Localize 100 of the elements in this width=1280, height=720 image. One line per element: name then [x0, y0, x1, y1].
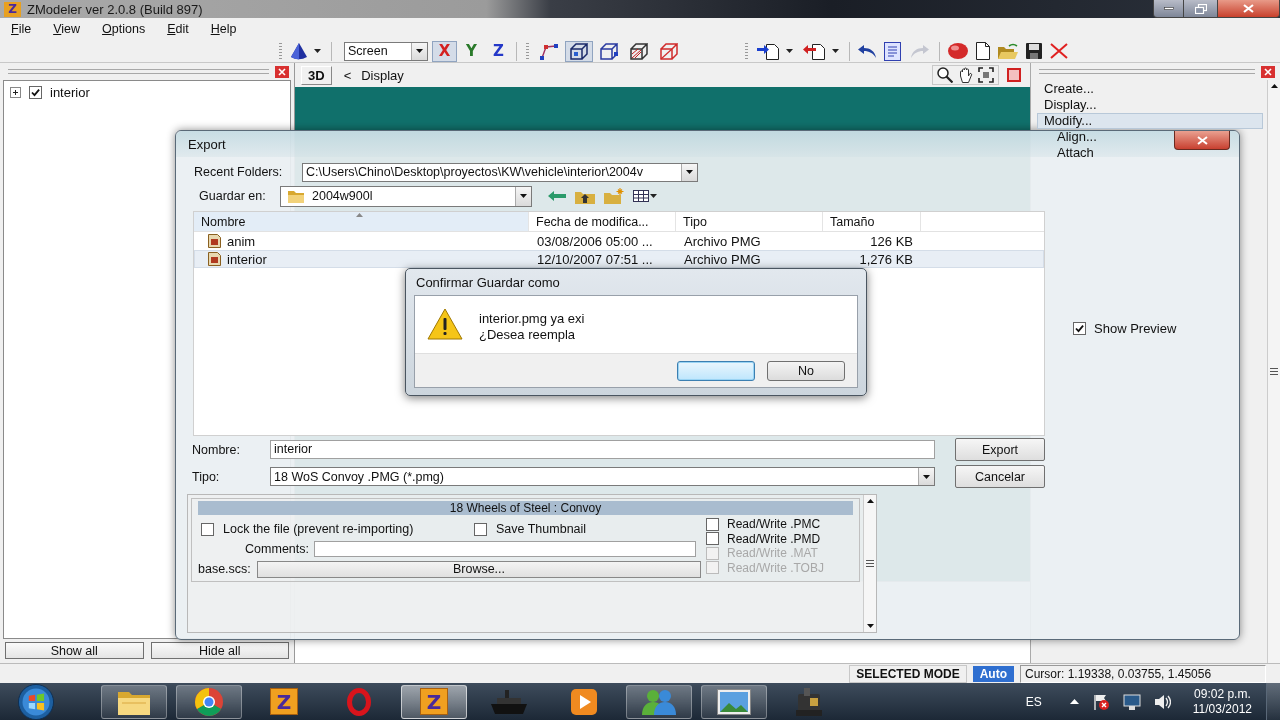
column-header[interactable]: Tamaño — [823, 212, 921, 231]
document-lines-icon[interactable] — [884, 41, 901, 61]
taskbar-button[interactable] — [701, 684, 767, 719]
language-indicator[interactable]: ES — [1025, 694, 1042, 709]
taskbar-button[interactable]: Z — [251, 684, 317, 719]
checkbox-label[interactable]: Save Thumbnail — [496, 522, 587, 536]
view-button[interactable]: 3D — [301, 65, 332, 85]
checkbox[interactable] — [201, 522, 214, 536]
checkbox[interactable] — [29, 85, 42, 99]
caret-icon[interactable] — [786, 49, 793, 53]
checkbox[interactable] — [706, 517, 719, 531]
taskbar-button[interactable] — [101, 684, 167, 719]
comments-field[interactable] — [314, 541, 696, 557]
app-logo: Z — [420, 688, 448, 715]
scroll-down-icon[interactable] — [866, 624, 874, 628]
browse-button[interactable]: Browse... — [257, 560, 701, 578]
panel-grip[interactable] — [8, 69, 269, 74]
menu-item[interactable]: File — [0, 20, 43, 38]
recent-folders-dropdown[interactable]: C:\Users\Chino\Desktop\proyectos\KW\vehicle\interior\2004v — [302, 162, 698, 182]
document-arrow-icon[interactable] — [757, 42, 779, 60]
axis-button[interactable]: Z — [486, 40, 511, 62]
speaker-icon[interactable] — [1154, 694, 1171, 709]
caret-icon[interactable] — [832, 49, 839, 53]
flag-icon[interactable] — [1092, 693, 1109, 710]
network-icon[interactable] — [1122, 693, 1141, 710]
back-arrow-icon[interactable] — [548, 191, 566, 201]
save-in-dropdown[interactable]: 2004w900l — [280, 185, 532, 207]
command-item[interactable]: Attach — [1050, 145, 1101, 161]
checkbox-label[interactable]: Show Preview — [1094, 321, 1177, 336]
toolbar-grip[interactable] — [279, 42, 282, 60]
save-icon[interactable] — [1026, 43, 1042, 59]
corner-brackets-icon[interactable] — [978, 67, 994, 83]
search-icon[interactable] — [937, 67, 953, 83]
close-icon[interactable] — [1261, 65, 1275, 78]
file-row[interactable]: anim 03/08/2006 05:00 ... Archivo PMG 126 KB — [194, 232, 1044, 250]
axis-button[interactable]: Y — [459, 40, 484, 62]
grip-icon[interactable] — [1270, 368, 1278, 375]
start-orb-icon[interactable] — [18, 683, 54, 720]
menu-item[interactable]: Help — [199, 20, 248, 38]
cone-icon[interactable] — [291, 42, 307, 60]
folder-icon[interactable] — [998, 43, 1018, 59]
dialog-button[interactable] — [677, 360, 755, 381]
show-desktop-button[interactable] — [1266, 683, 1280, 720]
cross-icon[interactable] — [1050, 43, 1068, 59]
checkbox[interactable] — [1073, 322, 1086, 335]
command-item[interactable]: Display... — [1037, 97, 1104, 113]
clock-time[interactable]: 09:02 p.m. — [1194, 686, 1251, 702]
toolbar-grip[interactable] — [526, 42, 529, 60]
dialog-button[interactable]: Export — [955, 438, 1045, 461]
hand-icon[interactable] — [958, 67, 973, 83]
file-type-dropdown[interactable]: 18 WoS Convoy .PMG (*.pmg) — [270, 467, 935, 486]
dialog-button[interactable]: Cancelar — [955, 465, 1045, 488]
expand-icon[interactable] — [10, 86, 21, 98]
tree-item-label[interactable]: interior — [50, 84, 90, 100]
scrollbar[interactable] — [863, 495, 876, 632]
caret-icon[interactable] — [314, 49, 321, 53]
panel-grip[interactable] — [1039, 69, 1255, 74]
command-item[interactable]: Modify... — [1037, 113, 1263, 129]
document-arrow-icon[interactable] — [803, 42, 825, 60]
axis-button[interactable]: X — [432, 40, 457, 62]
blank-document-icon[interactable] — [976, 42, 990, 60]
menu-item[interactable]: Edit — [156, 20, 200, 38]
checkbox-label[interactable]: Read/Write .PMD — [727, 531, 821, 546]
restore-button[interactable] — [1184, 0, 1218, 18]
dialog-button[interactable]: No — [767, 360, 845, 381]
view-menu-icon[interactable] — [633, 190, 657, 202]
back-button[interactable]: < — [339, 67, 356, 83]
toolbar-grip[interactable] — [745, 42, 748, 60]
taskbar-button[interactable]: Z — [401, 684, 467, 719]
checkbox-label[interactable]: Lock the file (prevent re-importing) — [223, 522, 414, 536]
command-item[interactable]: Create... — [1037, 81, 1101, 97]
file-name-field[interactable]: interior — [270, 440, 935, 459]
square-icon[interactable] — [1007, 68, 1021, 82]
coordinate-system-dropdown[interactable]: Screen — [344, 41, 428, 61]
taskbar-button[interactable] — [176, 684, 242, 719]
checkbox[interactable] — [706, 532, 719, 546]
menu-item[interactable]: Options — [91, 20, 157, 38]
close-button[interactable] — [1174, 131, 1230, 150]
column-header[interactable]: Nombre — [194, 212, 529, 231]
scroll-up-icon[interactable] — [866, 499, 874, 503]
column-header[interactable]: Tipo — [676, 212, 823, 231]
sphere-icon[interactable] — [948, 43, 968, 59]
menu-item[interactable]: View — [42, 20, 92, 38]
checkbox[interactable] — [474, 522, 487, 536]
command-item[interactable]: Align... — [1050, 129, 1104, 145]
grip-icon[interactable] — [866, 560, 874, 567]
up-arrow-icon[interactable] — [1069, 699, 1079, 704]
file-row[interactable]: interior 12/10/2007 07:51 ... Archivo PMG 1,276 KB — [194, 250, 1044, 268]
close-icon[interactable] — [275, 65, 289, 78]
panel-button[interactable]: Hide all — [150, 642, 289, 659]
undo-icon[interactable] — [858, 44, 876, 58]
scrollbar[interactable] — [1267, 80, 1280, 663]
checkbox-label[interactable]: Read/Write .PMC — [727, 517, 821, 532]
clock-date[interactable]: 11/03/2012 — [1192, 701, 1252, 717]
column-header[interactable]: Fecha de modifica... — [529, 212, 676, 231]
panel-button[interactable]: Show all — [5, 642, 144, 659]
scroll-up-icon[interactable] — [1270, 84, 1278, 88]
selection-mode-button[interactable] — [565, 40, 593, 62]
minimize-button[interactable] — [1153, 0, 1184, 18]
close-button[interactable] — [1218, 0, 1280, 18]
